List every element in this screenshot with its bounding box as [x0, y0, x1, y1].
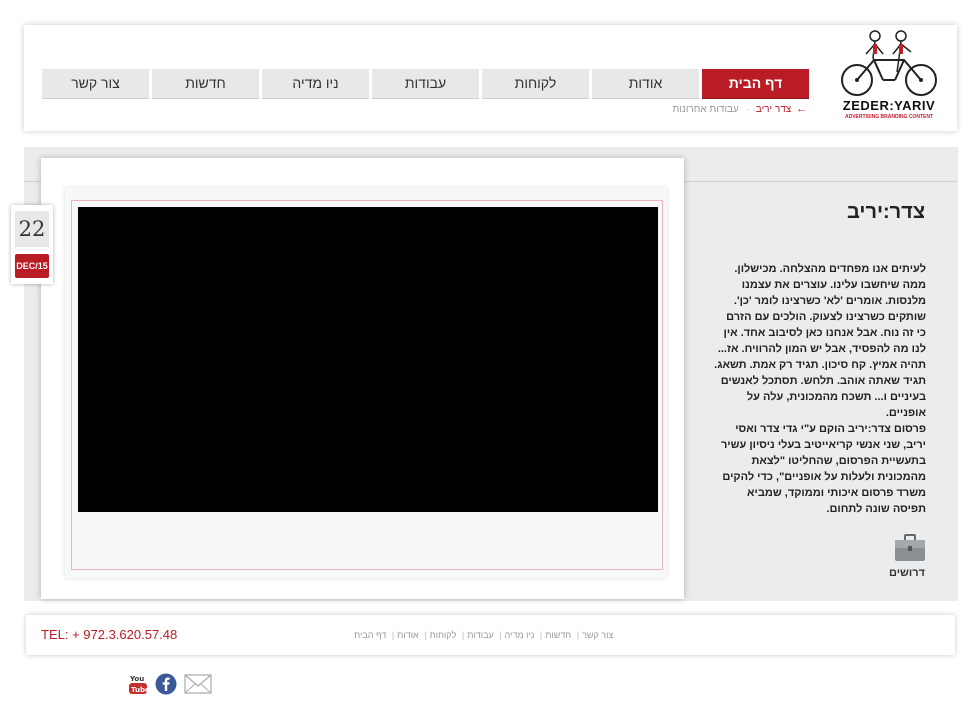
footer-link-about[interactable]: אודות [397, 630, 419, 640]
logo-tagline: ADVERTISING BRANDING CONTENT [844, 114, 934, 120]
footer-separator: | [576, 630, 580, 640]
logo[interactable]: ZEDER:YARIV ADVERTISING BRANDING CONTENT [839, 28, 939, 124]
phone-number[interactable]: TEL: + 972.3.620.57.48 [41, 627, 177, 642]
breadcrumb: ← צדר יריב · עבודות אחרונות [659, 103, 807, 117]
footer-link-works[interactable]: עבודות [467, 630, 494, 640]
svg-text:You: You [129, 675, 144, 683]
briefcase-icon [895, 534, 925, 561]
footer-separator: | [391, 630, 395, 640]
nav-new-media[interactable]: ניו מדיה [262, 69, 369, 99]
footer-link-contact[interactable]: צור קשר [582, 630, 613, 640]
footer-separator: | [539, 630, 543, 640]
date-day: 22 [15, 211, 49, 247]
nav-clients[interactable]: לקוחות [482, 69, 589, 99]
logo-wordmark: ZEDER:YARIV [842, 98, 936, 113]
youtube-icon[interactable]: You Tube [129, 673, 150, 697]
site-header: ZEDER:YARIV ADVERTISING BRANDING CONTENT… [24, 25, 957, 131]
breadcrumb-home[interactable]: צדר יריב [756, 104, 791, 115]
page-title: צדר:יריב [847, 201, 925, 223]
video-container [71, 200, 663, 570]
main-panel: צדר:יריב לעיתים אנו מפחדים מהצלחה. מכישל… [24, 147, 958, 601]
about-text: לעיתים אנו מפחדים מהצלחה. מכישלון. ממה ש… [714, 261, 926, 517]
breadcrumb-current: עבודות אחרונות [672, 104, 739, 115]
jobs-label: דרושים [889, 567, 925, 579]
site-footer: TEL: + 972.3.620.57.48 צור קשר| חדשות| נ… [26, 615, 955, 655]
jobs-link[interactable]: דרושים [882, 533, 932, 583]
mail-icon[interactable] [184, 673, 212, 697]
content-card [41, 158, 684, 599]
footer-link-new-media[interactable]: ניו מדיה [505, 630, 535, 640]
tandem-bike-logo-icon [841, 30, 937, 96]
facebook-icon[interactable] [155, 673, 177, 697]
footer-link-news[interactable]: חדשות [545, 630, 571, 640]
footer-link-home[interactable]: דף הבית [354, 630, 386, 640]
svg-text:Tube: Tube [131, 686, 147, 694]
video-player[interactable] [78, 207, 658, 512]
footer-separator: | [499, 630, 502, 640]
date-month: DEC/15 [15, 254, 49, 278]
date-badge: 22 DEC/15 [11, 205, 53, 284]
footer-nav: צור קשר| חדשות| ניו מדיה| עבודות| לקוחות… [351, 630, 651, 644]
nav-home[interactable]: דף הבית [702, 69, 809, 99]
footer-separator: | [461, 630, 465, 640]
nav-contact[interactable]: צור קשר [42, 69, 149, 99]
breadcrumb-separator: · [745, 104, 749, 115]
nav-works[interactable]: עבודות [372, 69, 479, 99]
about-paragraph: פרסום צדר:יריב הוקם ע"י גדי צדר ואסי ירי… [720, 423, 926, 515]
about-paragraph: לעיתים אנו מפחדים מהצלחה. מכישלון. ממה ש… [714, 263, 926, 419]
video-frame [65, 188, 667, 578]
nav-about[interactable]: אודות [592, 69, 699, 99]
arrow-left-icon: ← [796, 103, 807, 115]
nav-news[interactable]: חדשות [152, 69, 259, 99]
footer-link-clients[interactable]: לקוחות [430, 630, 457, 640]
footer-separator: | [424, 630, 427, 640]
